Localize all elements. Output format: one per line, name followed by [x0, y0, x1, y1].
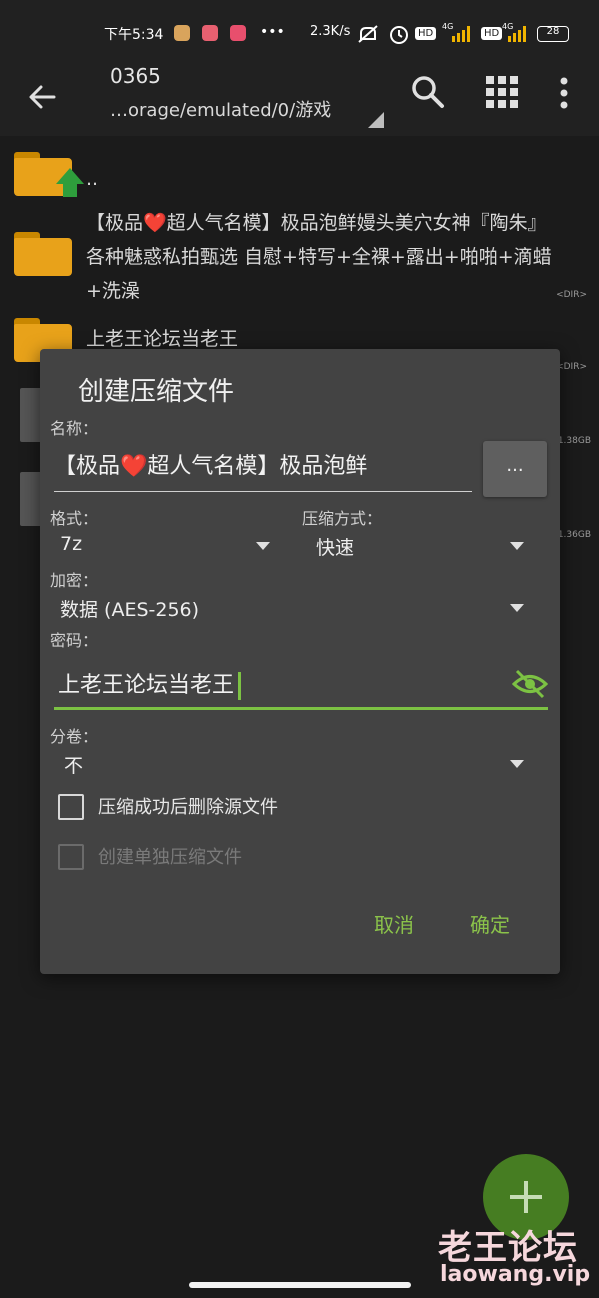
encryption-label: 加密：	[50, 571, 99, 590]
app-notification-icon	[174, 25, 190, 41]
password-value: 上老王论坛当老王	[58, 673, 235, 698]
folder-up-icon	[14, 152, 84, 197]
separate-archives-label: 创建单独压缩文件	[98, 847, 242, 868]
hd-badge: HD	[481, 27, 503, 40]
back-arrow-icon[interactable]	[26, 80, 60, 114]
separate-archives-checkbox	[58, 844, 84, 870]
folder-title: 0365	[110, 64, 161, 88]
gesture-bar[interactable]	[189, 1282, 411, 1288]
battery-level: 28	[546, 26, 560, 37]
file-size: 1.38GB	[557, 436, 591, 446]
file-name: ..	[86, 168, 99, 190]
app-bar: 0365 …orage/emulated/0/游戏	[0, 62, 599, 136]
password-field[interactable]: 上老王论坛当老王	[54, 659, 548, 710]
archive-name-input[interactable]: 【极品❤️超人气名模】极品泡鲜	[54, 445, 472, 492]
dialog-title: 创建压缩文件	[78, 377, 235, 407]
delete-after-checkbox-row[interactable]: 压缩成功后删除源文件	[58, 793, 538, 823]
format-label: 格式：	[50, 509, 99, 528]
cancel-button[interactable]: 取消	[374, 909, 414, 938]
ok-button[interactable]: 确定	[470, 909, 510, 938]
file-name: 【极品❤️超人气名模】极品泡鲜嫚头美穴女神『陶朱』各种魅惑私拍甄选 自慰+特写+…	[86, 212, 552, 302]
create-archive-dialog: 创建压缩文件 名称： 【极品❤️超人气名模】极品泡鲜 ... 格式： 7z 压缩…	[40, 349, 560, 974]
encryption-select[interactable]: 数据 (AES-256)	[60, 595, 199, 622]
split-label: 分卷：	[50, 727, 99, 746]
dir-tag: <DIR>	[556, 290, 587, 300]
watermark-url: laowang.vip	[440, 1262, 591, 1287]
folder-path[interactable]: …orage/emulated/0/游戏	[110, 96, 331, 122]
alarm-icon	[390, 26, 408, 44]
browse-button[interactable]: ...	[483, 441, 547, 497]
search-icon[interactable]	[410, 74, 446, 110]
delete-after-label: 压缩成功后删除源文件	[98, 797, 278, 818]
battery-icon: 28	[537, 26, 569, 42]
chevron-down-icon[interactable]	[510, 760, 524, 768]
path-dropdown-icon[interactable]	[368, 112, 384, 128]
signal-icon	[452, 26, 470, 42]
app-notification-icon	[202, 25, 218, 41]
separate-archives-checkbox-row: 创建单独压缩文件	[58, 843, 538, 873]
chevron-down-icon[interactable]	[256, 542, 270, 550]
signal-icon	[508, 26, 526, 42]
status-bar: 下午5:34 ••• 2.3K/s HD 4G HD 4G 28	[0, 0, 599, 62]
grid-view-icon[interactable]	[486, 76, 518, 108]
network-speed: 2.3K/s	[310, 24, 351, 39]
text-cursor	[238, 672, 242, 700]
visibility-off-icon[interactable]	[512, 669, 548, 699]
file-size: 1.36GB	[557, 530, 591, 540]
more-vert-icon[interactable]	[558, 76, 570, 110]
mute-icon	[358, 25, 378, 43]
method-label: 压缩方式：	[302, 509, 383, 528]
app-notification-icon	[230, 25, 246, 41]
hd-badge: HD	[415, 27, 437, 40]
status-time: 下午5:34	[104, 27, 164, 43]
chevron-down-icon[interactable]	[510, 604, 524, 612]
name-label: 名称：	[50, 419, 99, 438]
list-item[interactable]: 【极品❤️超人气名模】极品泡鲜嫚头美穴女神『陶朱』各种魅惑私拍甄选 自慰+特写+…	[0, 202, 599, 306]
chevron-down-icon[interactable]	[510, 542, 524, 550]
split-select[interactable]: 不	[64, 751, 83, 778]
delete-after-checkbox[interactable]	[58, 794, 84, 820]
list-item[interactable]: ..	[0, 148, 599, 208]
method-select[interactable]: 快速	[316, 533, 354, 560]
more-notifications-icon: •••	[260, 24, 285, 40]
dir-tag: <DIR>	[556, 362, 587, 372]
folder-icon	[14, 232, 72, 276]
password-label: 密码：	[50, 631, 99, 650]
format-select[interactable]: 7z	[60, 533, 82, 555]
